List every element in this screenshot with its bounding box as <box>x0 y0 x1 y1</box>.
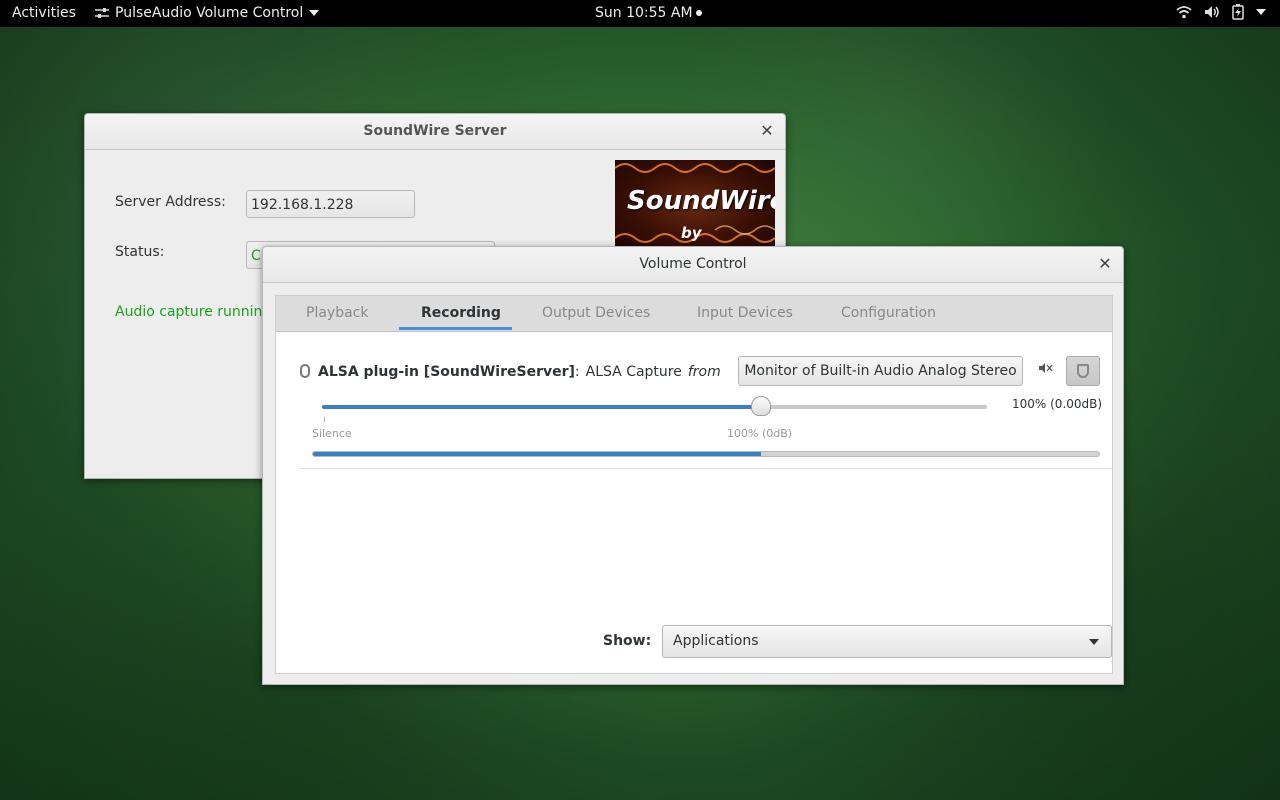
silence-tick-mark <box>324 417 325 422</box>
clock[interactable]: Sun 10:55 AM <box>595 5 702 21</box>
soundwire-title: SoundWire Server <box>363 123 507 139</box>
caret-down-icon <box>1256 9 1266 15</box>
close-icon[interactable]: ✕ <box>1097 254 1113 273</box>
stream-separator: : <box>574 364 580 380</box>
wifi-icon <box>1176 6 1192 19</box>
tab-output-devices[interactable]: Output Devices <box>542 305 650 321</box>
lock-channels-button[interactable] <box>1066 356 1100 386</box>
stream-name: ALSA plug-in [SoundWireServer] <box>318 364 575 380</box>
stream-from: from <box>687 364 721 380</box>
volume-control-titlebar[interactable]: Volume Control ✕ <box>263 247 1123 283</box>
top-bar: Activities PulseAudio Volume Control Sun… <box>0 0 1280 27</box>
volume-slider[interactable] <box>322 405 987 409</box>
tab-recording[interactable]: Recording <box>421 305 501 321</box>
soundwire-titlebar[interactable]: SoundWire Server ✕ <box>85 114 785 150</box>
volume-slider-knob[interactable] <box>750 396 771 416</box>
mute-speaker-icon[interactable] <box>1038 362 1054 378</box>
notification-dot-icon <box>695 10 702 16</box>
tab-playback[interactable]: Playback <box>306 305 368 321</box>
chevron-down-icon <box>1089 639 1099 645</box>
server-address-field[interactable]: 192.168.1.228 <box>246 190 415 218</box>
status-label: Status: <box>115 244 165 260</box>
volume-slider-fill <box>322 405 761 409</box>
tab-bar: Playback Recording Output Devices Input … <box>276 296 1112 332</box>
logo-by-text: by <box>681 224 702 242</box>
volume-control-window: Volume Control ✕ Playback Recording Outp… <box>262 246 1124 685</box>
battery-icon <box>1232 4 1244 20</box>
silence-tick-label: Silence <box>312 427 352 440</box>
peak-level-meter <box>312 451 1100 457</box>
chevron-down-icon <box>309 10 320 16</box>
stream-description: ALSA Capture <box>585 364 682 380</box>
volume-control-title: Volume Control <box>639 256 747 272</box>
show-label: Show: <box>603 633 652 649</box>
shield-icon <box>1077 364 1089 378</box>
app-menu-label: PulseAudio Volume Control <box>115 5 304 21</box>
peak-level-fill <box>313 452 762 456</box>
tab-configuration[interactable]: Configuration <box>841 305 936 321</box>
tab-input-devices[interactable]: Input Devices <box>697 305 793 321</box>
logo-brand-text: SoundWire <box>627 186 775 216</box>
volume-percent: 100% (0.00dB) <box>1012 397 1103 411</box>
status-area[interactable] <box>1176 4 1266 20</box>
audio-status-message: Audio capture running a <box>115 304 285 320</box>
show-filter-value: Applications <box>673 633 759 649</box>
sliders-icon <box>95 8 109 18</box>
full-volume-tick-label: 100% (0dB) <box>727 427 793 440</box>
clock-label: Sun 10:55 AM <box>595 5 693 21</box>
activities-button[interactable]: Activities <box>12 5 76 21</box>
active-tab-indicator <box>399 327 512 330</box>
stream-title: ALSA plug-in [SoundWireServer] : ALSA Ca… <box>300 364 721 380</box>
show-filter-select[interactable]: Applications <box>662 625 1112 658</box>
volume-control-body: Playback Recording Output Devices Input … <box>275 295 1113 674</box>
microphone-icon <box>300 364 310 378</box>
close-icon[interactable]: ✕ <box>759 121 775 140</box>
server-address-label: Server Address: <box>115 194 226 210</box>
row-divider <box>300 468 1112 469</box>
source-select-button[interactable]: Monitor of Built-in Audio Analog Stereo <box>738 356 1023 386</box>
app-menu[interactable]: PulseAudio Volume Control <box>95 5 320 21</box>
soundwire-logo: SoundWire by <box>615 160 775 250</box>
volume-icon <box>1205 6 1219 18</box>
